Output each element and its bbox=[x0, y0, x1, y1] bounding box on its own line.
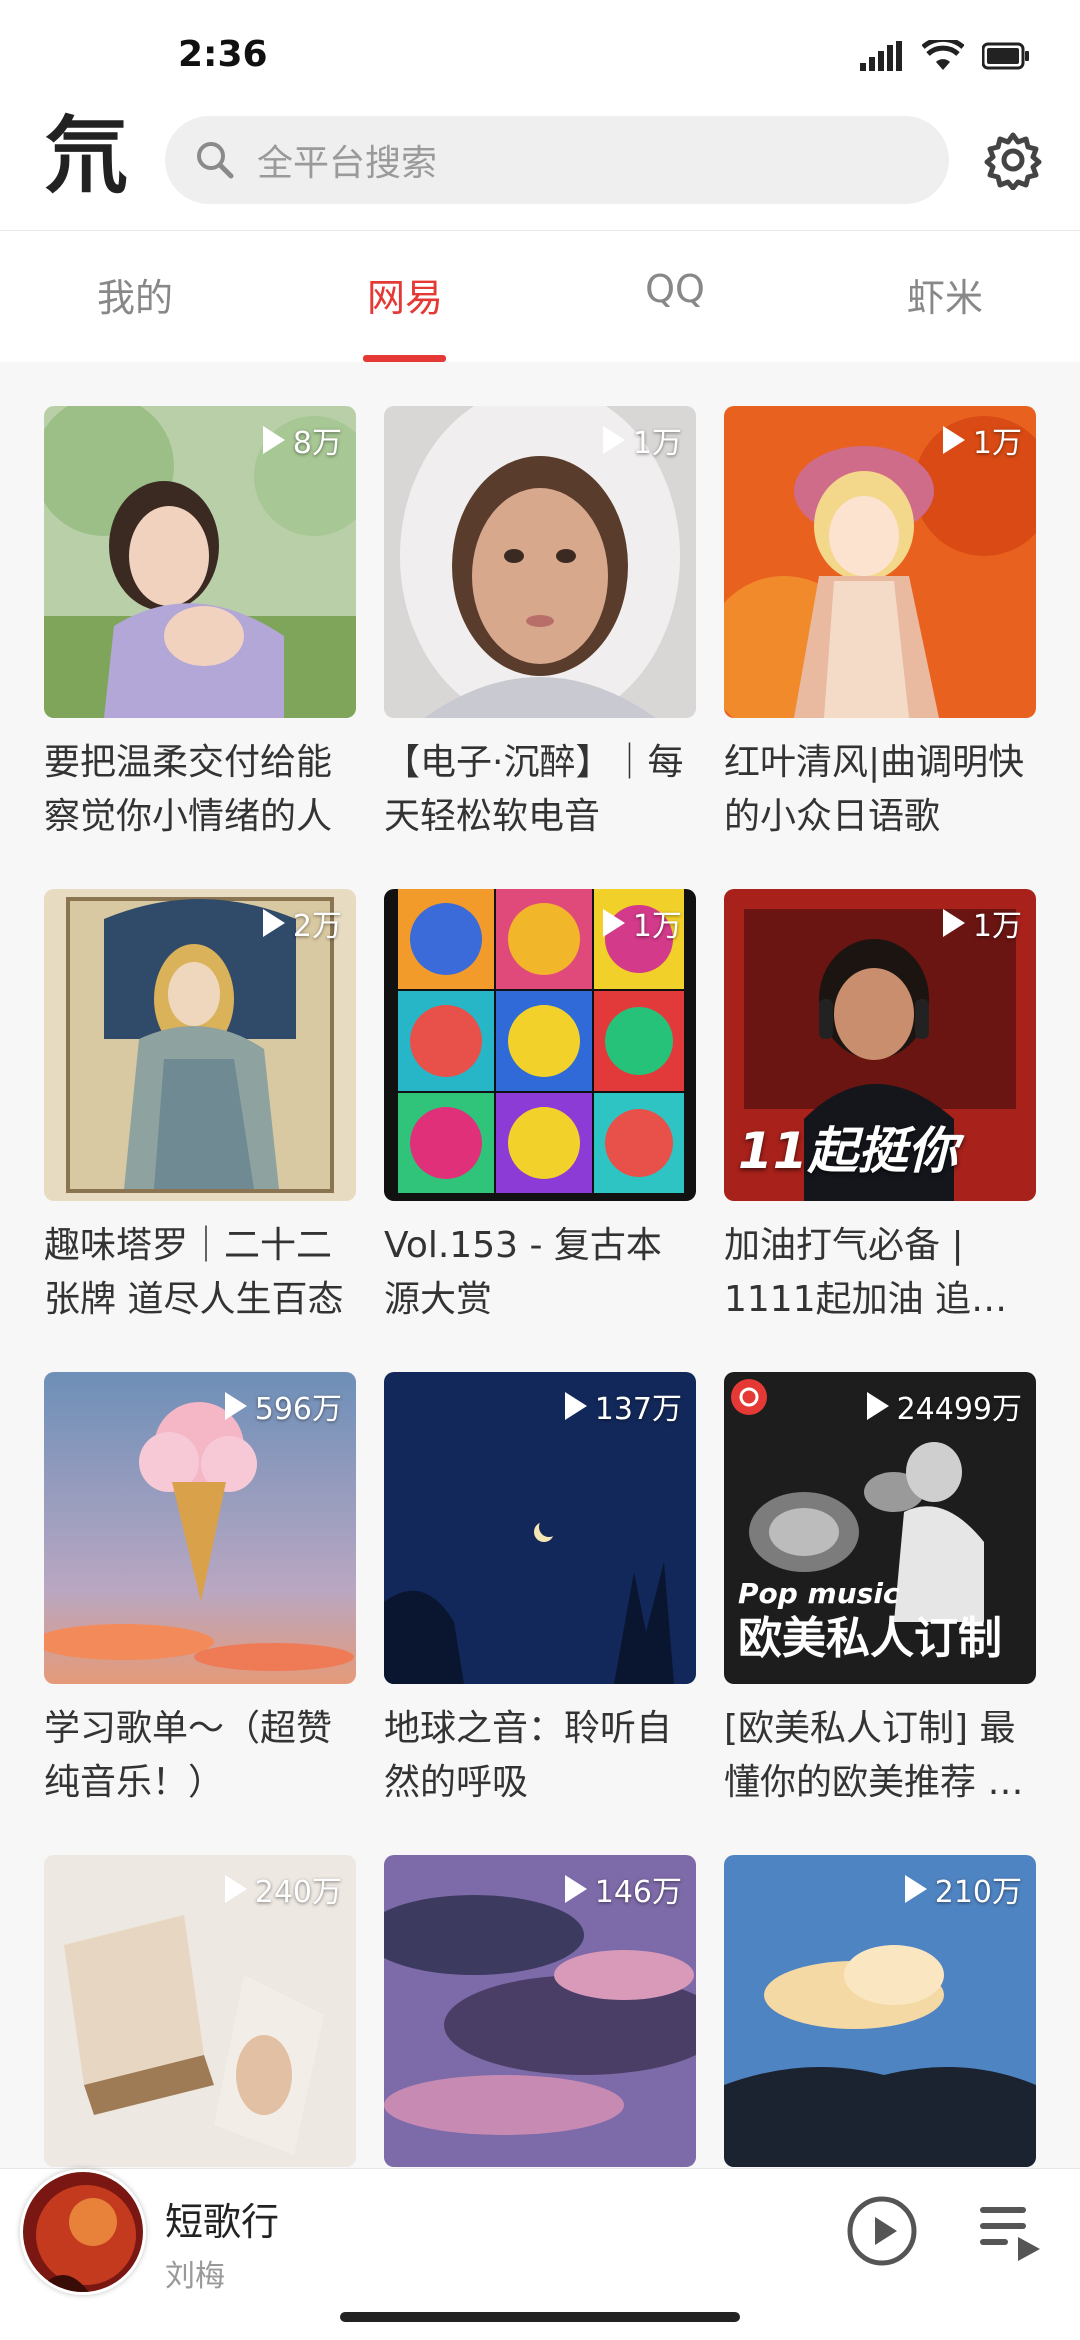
playlist-title: 红叶清风|曲调明快的小众日语歌 bbox=[724, 742, 1025, 837]
status-bar: 2:36 bbox=[0, 0, 1080, 110]
play-count: 24499万 bbox=[866, 1384, 1022, 1428]
playlist-title: 学习歌单～（超赞纯音乐！） bbox=[44, 1708, 333, 1803]
playlist-card[interactable]: 210万 bbox=[724, 1855, 1036, 2167]
now-playing-title: 短歌行 bbox=[165, 2200, 280, 2244]
play-count: 596万 bbox=[224, 1384, 342, 1428]
now-playing-art bbox=[23, 2172, 143, 2292]
tab-netease[interactable]: 网易 bbox=[305, 267, 505, 322]
battery-icon bbox=[982, 42, 1029, 70]
playlist-cover: 1万 bbox=[724, 406, 1036, 718]
playlist-cover: 240万 bbox=[44, 1855, 356, 2167]
search-icon bbox=[197, 142, 234, 179]
playlist-card[interactable]: 146万 bbox=[384, 1855, 696, 2167]
playlist-title: 【电子·沉醉】｜每天轻松软电音 bbox=[384, 742, 684, 837]
playlist-card[interactable]: 1万 Vol.153 - 复古本源大赏 bbox=[384, 889, 696, 1327]
wifi-icon bbox=[922, 40, 964, 70]
home-indicator bbox=[340, 2312, 740, 2322]
tab-indicator bbox=[363, 355, 446, 362]
playlist-card[interactable]: 1万 红叶清风|曲调明快的小众日语歌 bbox=[724, 406, 1036, 844]
play-count: 1万 bbox=[602, 418, 682, 462]
playlist-cover: 137万 bbox=[384, 1372, 696, 1684]
playlist-title: 加油打气必备 | 1111起加油 追梦人 bbox=[724, 1225, 1008, 1320]
cover-caption: 欧美私人订制 bbox=[738, 1613, 1002, 1664]
playlist-cover: 210万 bbox=[724, 1855, 1036, 2167]
playlist-card[interactable]: 137万 地球之音：聆听自然的呼吸 bbox=[384, 1372, 696, 1810]
playlist-grid: 8万 要把温柔交付给能察觉你小情绪的人 1万 【电子·沉醉】｜每天轻松软电音 1… bbox=[0, 362, 1080, 2168]
playlist-card[interactable]: 596万 学习歌单～（超赞纯音乐！） bbox=[44, 1372, 356, 1810]
tab-mine[interactable]: 我的 bbox=[35, 267, 235, 322]
playlist-card[interactable]: 8万 要把温柔交付给能察觉你小情绪的人 bbox=[44, 406, 356, 844]
play-triangle-icon bbox=[904, 1875, 927, 1903]
playlist-card[interactable]: 2万 趣味塔罗｜二十二张牌 道尽人生百态 bbox=[44, 889, 356, 1327]
now-playing-cover[interactable] bbox=[20, 2169, 146, 2295]
play-triangle-icon bbox=[224, 1875, 247, 1903]
tab-xiami[interactable]: 虾米 bbox=[845, 267, 1045, 322]
playlist-card[interactable]: 1万 【电子·沉醉】｜每天轻松软电音 bbox=[384, 406, 696, 844]
play-triangle-icon bbox=[224, 1392, 247, 1420]
play-count: 1万 bbox=[602, 901, 682, 945]
playlist-cover: 146万 bbox=[384, 1855, 696, 2167]
signal-icon bbox=[860, 41, 902, 71]
playlist-cover: 2万 bbox=[44, 889, 356, 1201]
playlist-card[interactable]: 240万 bbox=[44, 1855, 356, 2167]
playlist-cover: 596万 bbox=[44, 1372, 356, 1684]
play-triangle-icon bbox=[602, 426, 625, 454]
search-placeholder: 全平台搜索 bbox=[257, 143, 438, 184]
playlist-title: [欧美私人订制] 最懂你的欧美推荐 每日更新 bbox=[724, 1708, 1024, 1803]
playlist-queue-icon[interactable] bbox=[976, 2197, 1044, 2265]
play-count: 210万 bbox=[904, 1867, 1022, 1911]
source-tabs: 我的 网易 QQ 虾米 bbox=[0, 230, 1080, 362]
play-triangle-icon bbox=[602, 909, 625, 937]
app-header: 氘 全平台搜索 bbox=[0, 110, 1080, 230]
cover-caption: 11起挺你 bbox=[738, 1122, 958, 1180]
play-count: 2万 bbox=[262, 901, 342, 945]
status-time: 2:36 bbox=[178, 34, 268, 75]
playlist-title: 地球之音：聆听自然的呼吸 bbox=[384, 1708, 673, 1803]
play-triangle-icon bbox=[262, 426, 285, 454]
play-count: 8万 bbox=[262, 418, 342, 462]
playlist-cover: 8万 bbox=[44, 406, 356, 718]
tab-qq[interactable]: QQ bbox=[575, 267, 775, 311]
playlist-cover: 1万 bbox=[384, 406, 696, 718]
play-count: 1万 bbox=[942, 901, 1022, 945]
playlist-title: 趣味塔罗｜二十二张牌 道尽人生百态 bbox=[44, 1225, 344, 1320]
now-playing-artist: 刘梅 bbox=[165, 2259, 225, 2294]
playlist-card[interactable]: Pop music 欧美私人订制 24499万 [欧美私人订制] 最懂你的欧美推… bbox=[724, 1372, 1036, 1810]
playlist-cover: 11起挺你 1万 bbox=[724, 889, 1036, 1201]
gear-icon[interactable] bbox=[983, 130, 1043, 190]
playlist-card[interactable]: 11起挺你 1万 加油打气必备 | 1111起加油 追梦人 bbox=[724, 889, 1036, 1327]
play-triangle-icon bbox=[866, 1392, 889, 1420]
play-triangle-icon bbox=[942, 426, 965, 454]
playlist-title: 要把温柔交付给能察觉你小情绪的人 bbox=[44, 742, 333, 837]
playlist-cover: Pop music 欧美私人订制 24499万 bbox=[724, 1372, 1036, 1684]
play-count: 240万 bbox=[224, 1867, 342, 1911]
play-triangle-icon bbox=[942, 909, 965, 937]
play-count: 1万 bbox=[942, 418, 1022, 462]
playlist-title: Vol.153 - 复古本源大赏 bbox=[384, 1225, 662, 1320]
play-icon[interactable] bbox=[846, 2195, 918, 2267]
play-count: 137万 bbox=[564, 1384, 682, 1428]
play-triangle-icon bbox=[262, 909, 285, 937]
system-icons bbox=[860, 40, 1030, 72]
play-count: 146万 bbox=[564, 1867, 682, 1911]
play-triangle-icon bbox=[564, 1392, 587, 1420]
search-bar[interactable]: 全平台搜索 bbox=[165, 116, 949, 204]
app-logo: 氘 bbox=[44, 106, 129, 205]
play-triangle-icon bbox=[564, 1875, 587, 1903]
playlist-cover: 1万 bbox=[384, 889, 696, 1201]
